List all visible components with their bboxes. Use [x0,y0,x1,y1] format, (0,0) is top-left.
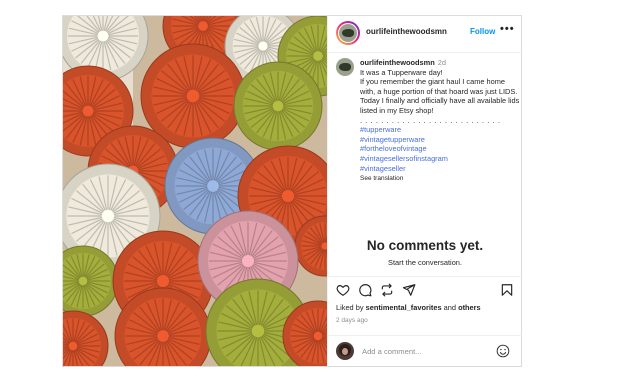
no-comments: No comments yet. Start the conversation. [328,238,522,267]
caption-body: ourlifeinthewoodsmn 2d It was a Tupperwar… [360,58,520,184]
caption-username[interactable]: ourlifeinthewoodsmn [360,58,435,67]
tupperware-lids-image [63,16,327,366]
post-sidebar: ourlifeinthewoodsmn Follow ••• ourlifein… [327,16,522,366]
tupperware-lid [233,61,323,151]
liked-by-user[interactable]: sentimental_favorites [366,303,442,312]
send-icon[interactable] [402,283,416,297]
bookmark-icon[interactable] [500,283,514,297]
hashtag-link[interactable]: #fortheloveofvintage [360,144,520,154]
caption-time: 2d [437,58,446,67]
caption-dots: . . . . . . . . . . . . . . . . . . . . … [360,115,501,125]
hashtag-link[interactable]: #vintageseller [360,164,520,174]
hashtag-link[interactable]: #tupperware [360,125,520,135]
author-avatar[interactable] [336,21,360,45]
likes-and: and [443,303,456,312]
caption-avatar[interactable] [336,58,354,76]
share-icon[interactable] [380,283,394,297]
viewer-avatar [336,342,354,360]
action-bar: Liked by sentimental_favorites and other… [328,276,522,367]
add-comment-row: Add a comment... [328,335,522,368]
follow-button[interactable]: Follow [470,27,495,36]
more-options-icon[interactable]: ••• [500,23,515,35]
see-translation-link[interactable]: See translation [360,174,520,184]
post-photo[interactable] [63,16,327,366]
hashtag-link[interactable]: #vintagetupperware [360,135,520,145]
hashtag-link[interactable]: #vintagesellersofinstagram [360,154,520,164]
caption-line: If you remember the giant haul I came ho… [360,77,520,115]
post-header: ourlifeinthewoodsmn Follow ••• [328,16,522,53]
comment-icon[interactable] [358,283,372,297]
author-username[interactable]: ourlifeinthewoodsmn [366,27,447,36]
likes-line: Liked by sentimental_favorites and other… [336,303,481,312]
liked-by-others[interactable]: others [458,303,481,312]
post-time-ago: 2 days ago [336,317,368,324]
caption-line: It was a Tupperware day! [360,67,443,77]
comment-input[interactable]: Add a comment... [362,347,422,356]
heart-icon[interactable] [336,283,350,297]
no-comments-title: No comments yet. [366,238,484,253]
instagram-post: ourlifeinthewoodsmn Follow ••• ourlifein… [62,15,522,367]
likes-prefix: Liked by [336,303,364,312]
no-comments-subtitle: Start the conversation. [388,258,462,267]
emoji-icon[interactable] [496,344,510,358]
